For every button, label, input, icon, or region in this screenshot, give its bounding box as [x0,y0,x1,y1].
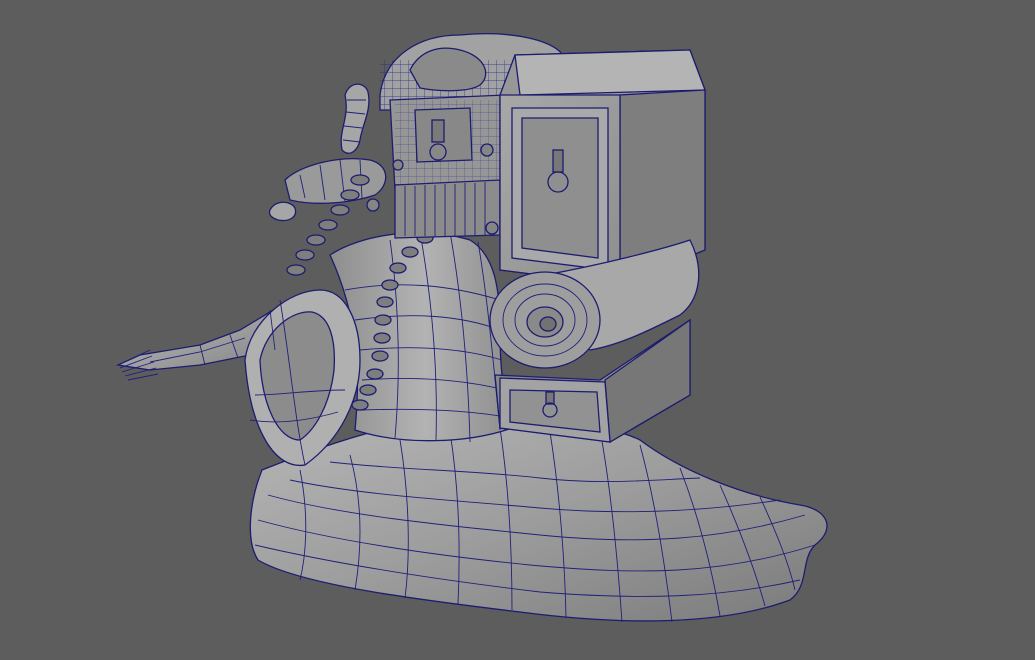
fork-horn-mesh[interactable] [115,289,361,467]
eye-stalk-mesh[interactable] [268,83,387,222]
snail-foot-body-mesh[interactable] [249,421,828,623]
3d-viewport[interactable] [0,0,1035,660]
viewport-canvas[interactable] [0,0,1035,660]
